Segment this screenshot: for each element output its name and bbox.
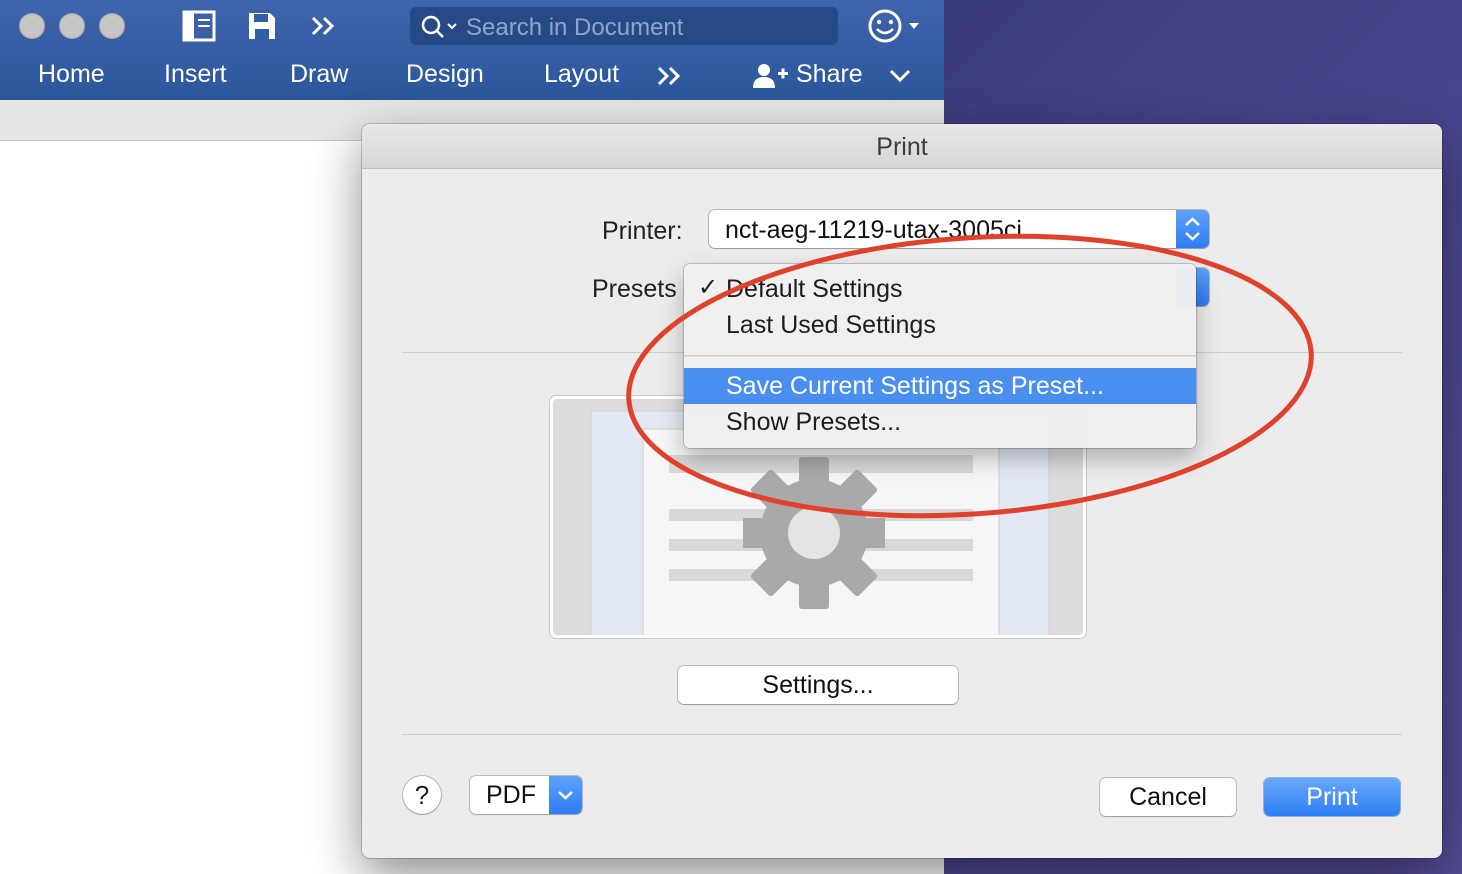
search-in-document-field[interactable]: Search in Document	[410, 7, 838, 45]
more-tabs-chevron-icon[interactable]	[656, 64, 684, 88]
divider	[402, 734, 1402, 735]
zoom-window-button[interactable]	[99, 13, 125, 39]
pdf-menu-button[interactable]: PDF	[470, 776, 582, 814]
help-button[interactable]: ?	[403, 776, 441, 814]
more-toolbar-chevron-icon[interactable]	[310, 14, 338, 38]
printer-label: Printer:	[602, 217, 683, 245]
menu-item-label: Save Current Settings as Preset...	[726, 372, 1104, 400]
search-placeholder: Search in Document	[466, 14, 684, 41]
print-dialog: Print Printer: nct-aeg-11219-utax-3005ci…	[362, 124, 1442, 858]
tab-home[interactable]: Home	[38, 60, 105, 89]
menu-item-show-presets[interactable]: Show Presets...	[684, 404, 1196, 440]
print-button[interactable]: Print	[1264, 778, 1400, 816]
word-toolbar: Search in Document Home Insert Draw Desi…	[0, 0, 944, 100]
tab-design[interactable]: Design	[406, 60, 484, 89]
menu-item-label: Last Used Settings	[726, 311, 936, 339]
tab-layout[interactable]: Layout	[544, 60, 619, 89]
checkmark-icon: ✓	[698, 274, 719, 301]
menu-item-default-settings[interactable]: ✓ Default Settings	[684, 271, 1196, 307]
pdf-dropdown[interactable]	[549, 776, 582, 814]
add-person-icon	[753, 64, 788, 88]
settings-button[interactable]: Settings...	[678, 666, 958, 704]
tab-draw[interactable]: Draw	[290, 60, 348, 89]
gear-icon	[743, 457, 885, 609]
minimize-window-button[interactable]	[59, 13, 85, 39]
presets-menu: ✓ Default Settings Last Used Settings Sa…	[684, 264, 1196, 448]
close-window-button[interactable]	[19, 13, 45, 39]
search-icon	[421, 15, 457, 38]
share-label: Share	[796, 60, 863, 88]
menu-item-last-used-settings[interactable]: Last Used Settings	[684, 307, 1196, 343]
feedback-smiley-icon[interactable]	[866, 8, 922, 44]
printer-select[interactable]: nct-aeg-11219-utax-3005ci	[709, 210, 1209, 248]
menu-item-label: Default Settings	[726, 275, 903, 303]
menu-item-save-current-settings[interactable]: Save Current Settings as Preset...	[684, 368, 1196, 404]
sidebar-icon[interactable]	[182, 10, 216, 42]
dialog-title: Print	[362, 124, 1442, 169]
pdf-label: PDF	[486, 781, 536, 809]
menu-item-label: Show Presets...	[726, 408, 902, 436]
updown-chevron-icon	[1185, 217, 1200, 241]
chevron-down-icon[interactable]	[888, 68, 912, 84]
presets-label: Presets	[592, 275, 677, 303]
cancel-button[interactable]: Cancel	[1100, 778, 1236, 816]
save-icon[interactable]	[246, 10, 278, 42]
chevron-down-icon	[558, 791, 573, 800]
tab-insert[interactable]: Insert	[164, 60, 227, 89]
printer-value: nct-aeg-11219-utax-3005ci	[725, 216, 1022, 244]
menu-separator	[684, 355, 1196, 356]
printer-stepper[interactable]	[1176, 210, 1209, 248]
